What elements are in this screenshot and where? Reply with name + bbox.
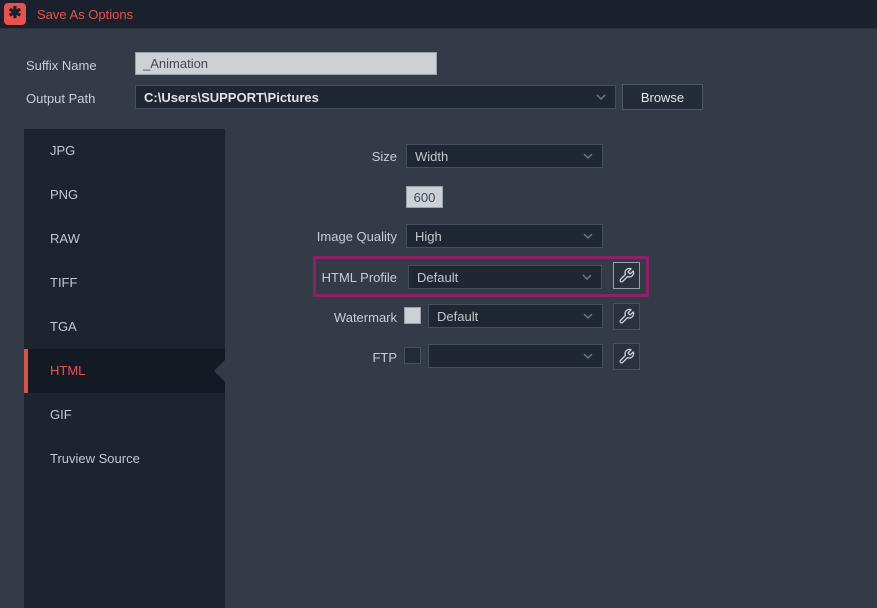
title-bar: ✱ Save As Options (0, 0, 877, 29)
asterisk-logo-icon: ✱ (4, 3, 26, 25)
sidebar-item-truview-source[interactable]: Truview Source (24, 437, 225, 481)
wrench-settings-icon (618, 348, 635, 365)
selected-item-notch (214, 360, 225, 382)
sidebar-item-html[interactable]: HTML (24, 349, 225, 393)
chevron-down-icon (582, 152, 594, 160)
size-value: Width (415, 148, 449, 164)
watermark-value: Default (437, 308, 479, 324)
suffix-name-input[interactable] (135, 52, 437, 75)
output-path-dropdown[interactable]: C:\Users\SUPPORT\Pictures (135, 85, 616, 109)
size-label: Size (371, 149, 397, 164)
sidebar-item-jpg[interactable]: JPG (24, 129, 225, 173)
image-quality-value: High (415, 228, 442, 244)
watermark-checkbox[interactable] (404, 307, 421, 324)
window-title: Save As Options (37, 6, 134, 22)
size-dropdown[interactable]: Width (406, 144, 603, 168)
ftp-label: FTP (372, 350, 397, 365)
sidebar-item-tga[interactable]: TGA (24, 305, 225, 349)
browse-button[interactable]: Browse (622, 84, 703, 110)
ftp-dropdown[interactable] (428, 344, 603, 368)
output-path-label: Output Path (26, 91, 96, 106)
watermark-label: Watermark (333, 310, 397, 325)
image-quality-label: Image Quality (316, 229, 397, 244)
ftp-settings-button[interactable] (613, 343, 640, 370)
chevron-down-icon (582, 232, 594, 240)
sidebar-item-tiff[interactable]: TIFF (24, 261, 225, 305)
html-profile-value: Default (417, 269, 459, 285)
output-path-value: C:\Users\SUPPORT\Pictures (144, 89, 319, 105)
sidebar-item-html-label: HTML (50, 363, 86, 378)
html-profile-label: HTML Profile (321, 270, 397, 285)
image-quality-dropdown[interactable]: High (406, 224, 603, 248)
chevron-down-icon (581, 273, 593, 281)
watermark-settings-button[interactable] (613, 303, 640, 330)
chevron-down-icon (595, 93, 607, 101)
sidebar-item-png[interactable]: PNG (24, 173, 225, 217)
format-sidebar: JPG PNG RAW TIFF TGA HTML GIF Truview So… (24, 129, 225, 608)
watermark-dropdown[interactable]: Default (428, 304, 603, 328)
sidebar-item-raw[interactable]: RAW (24, 217, 225, 261)
sidebar-item-gif[interactable]: GIF (24, 393, 225, 437)
html-profile-dropdown[interactable]: Default (408, 265, 602, 289)
chevron-down-icon (582, 312, 594, 320)
ftp-checkbox[interactable] (404, 347, 421, 364)
suffix-name-label: Suffix Name (26, 58, 97, 73)
wrench-settings-icon (618, 267, 635, 284)
wrench-settings-icon (618, 308, 635, 325)
size-value-input[interactable] (406, 186, 443, 208)
html-profile-settings-button[interactable] (613, 262, 640, 289)
chevron-down-icon (582, 352, 594, 360)
